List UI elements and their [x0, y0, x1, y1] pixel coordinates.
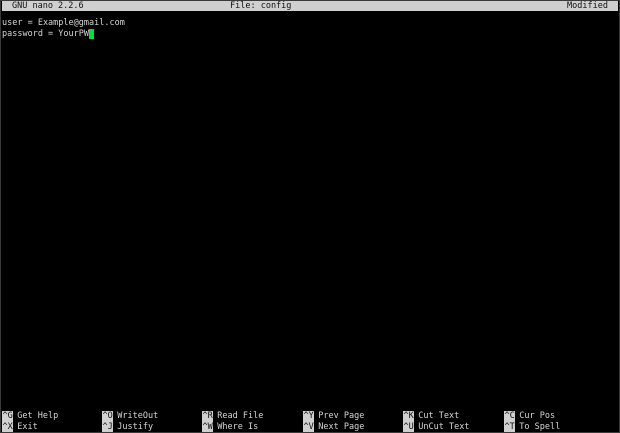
shortcut-key: ^Y — [303, 411, 315, 422]
editor-line-user[interactable]: user = Example@gmail.com — [2, 18, 616, 29]
shortcut-row-2: ^X Exit ^J Justify ^W Where Is ^V Next Page … — [2, 421, 618, 432]
shortcut-label: WriteOut — [117, 411, 159, 421]
shortcut-writeout[interactable]: ^O WriteOut — [102, 411, 158, 422]
shortcut-bar: ^G Get Help ^O WriteOut ^R Read File ^Y Prev… — [2, 411, 618, 433]
file-name: File: config — [230, 1, 292, 11]
shortcut-next-page[interactable]: ^V Next Page — [303, 421, 365, 432]
line-text: password = YourPW — [2, 28, 89, 39]
nano-title-bar: GNU nano 2.2.6 File: config Modified — [2, 1, 618, 11]
shortcut-key: ^W — [202, 421, 214, 432]
editor-line-password[interactable]: password = YourPW — [2, 28, 616, 40]
terminal-window: GNU nano 2.2.6 File: config Modified use… — [0, 0, 620, 433]
shortcut-prev-page[interactable]: ^Y Prev Page — [303, 411, 364, 422]
shortcut-read-file[interactable]: ^R Read File — [202, 411, 263, 422]
shortcut-key: ^C — [504, 411, 516, 422]
shortcut-label: Next Page — [318, 421, 365, 432]
shortcut-label: Where Is — [217, 421, 259, 432]
text-cursor — [89, 28, 94, 39]
shortcut-key: ^J — [102, 421, 114, 432]
shortcut-exit[interactable]: ^X Exit — [2, 421, 38, 432]
shortcut-to-spell[interactable]: ^T To Spell — [504, 421, 561, 432]
shortcut-cut-text[interactable]: ^K Cut Text — [403, 411, 459, 422]
shortcut-label: Prev Page — [318, 411, 365, 421]
shortcut-key: ^G — [2, 411, 14, 422]
shortcut-key: ^V — [303, 421, 315, 432]
shortcut-uncut-text[interactable]: ^U UnCut Text — [403, 421, 470, 432]
shortcut-label: Cur Pos — [519, 411, 556, 421]
shortcut-label: UnCut Text — [418, 421, 470, 432]
line-text: user = Example@gmail.com — [2, 18, 125, 28]
shortcut-label: Get Help — [17, 411, 59, 421]
shortcut-row-1: ^G Get Help ^O WriteOut ^R Read File ^Y Prev… — [2, 411, 618, 422]
shortcut-key: ^O — [102, 411, 114, 422]
shortcut-key: ^U — [403, 421, 415, 432]
editor-buffer[interactable]: user = Example@gmail.com password = Your… — [2, 18, 616, 403]
modified-status: Modified — [567, 1, 608, 11]
shortcut-label: To Spell — [519, 421, 561, 432]
shortcut-get-help[interactable]: ^G Get Help — [2, 411, 58, 422]
shortcut-cur-pos[interactable]: ^C Cur Pos — [504, 411, 555, 422]
shortcut-key: ^R — [202, 411, 214, 422]
shortcut-label: Cut Text — [418, 411, 460, 421]
app-version: GNU nano 2.2.6 — [12, 1, 84, 11]
shortcut-label: Read File — [217, 411, 264, 421]
shortcut-key: ^K — [403, 411, 415, 422]
shortcut-where-is[interactable]: ^W Where Is — [202, 421, 259, 432]
shortcut-label: Exit — [17, 421, 38, 432]
shortcut-key: ^X — [2, 421, 14, 432]
shortcut-justify[interactable]: ^J Justify — [102, 421, 154, 432]
shortcut-label: Justify — [117, 421, 154, 432]
shortcut-key: ^T — [504, 421, 516, 432]
